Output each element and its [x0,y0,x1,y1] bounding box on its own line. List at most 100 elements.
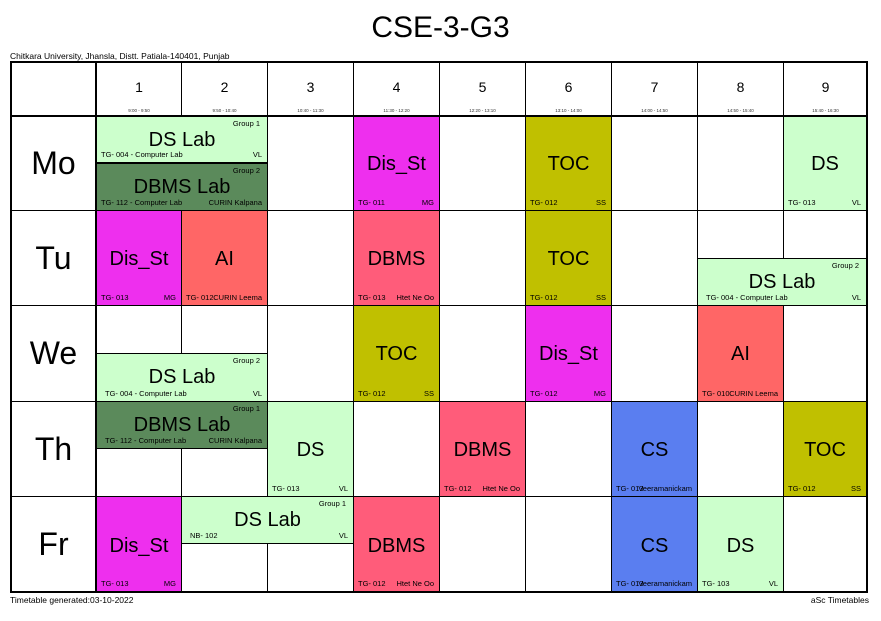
lesson-card[interactable]: DS TG- 013 VL [783,116,867,211]
room-label: TG- 013 [788,198,816,207]
period-time: 11:30 - 12:20 [383,108,410,113]
teacher-label: VL [338,484,348,493]
period-number: 8 [736,79,745,95]
lesson-card[interactable]: Group 1 DBMS Lab TG- 112 - Computer Lab … [96,401,268,449]
teacher-label: Htet Ne Oo [396,579,434,588]
subject-name: DS [296,439,325,461]
lesson-card[interactable]: Dis_St TG- 013 MG [96,210,182,306]
group-label: Group 1 [318,499,346,508]
subject-name: Dis_St [539,343,598,365]
teacher-label: CURIN Kalpana [208,436,262,445]
lesson-card[interactable]: AI TG- 010 CURIN Leema [697,305,784,402]
group-label: Group 2 [831,261,859,270]
room-label: TG- 012 [788,484,816,493]
teacher-label: CURIN Leema [729,389,778,398]
lesson-card[interactable]: DS TG- 013 VL [267,401,354,497]
lesson-card[interactable]: DBMS TG- 012 Htet Ne Oo [439,401,526,497]
lesson-card[interactable]: TOC TG- 012 SS [525,116,612,211]
period-number: 3 [306,79,315,95]
subject-name: DS [811,153,839,175]
day-label-we: We [29,335,78,371]
lesson-card[interactable]: Group 2 DBMS Lab TG- 112 - Computer Lab … [96,163,268,211]
room-label: TG- 012 [358,579,386,588]
room-label: TG- 011 [358,198,385,207]
period-number: 5 [478,79,487,95]
lesson-card[interactable]: Dis_St TG- 012 MG [525,305,612,402]
day-label-th: Th [34,430,73,467]
room-label: TG- 112 - Computer Lab [105,436,187,445]
teacher-label: VL [252,150,262,159]
subject-name: CS [640,535,669,557]
lesson-card[interactable]: Group 1 DS Lab NB- 102 VL [181,496,354,544]
subject-name: DBMS Lab [133,414,231,436]
subject-name: DBMS [367,535,426,557]
lesson-card[interactable]: DBMS TG- 013 Htet Ne Oo [353,210,440,306]
lesson-card[interactable]: TOC TG- 012 SS [525,210,612,306]
teacher-label: VL [851,198,861,207]
group-label: Group 2 [232,356,260,365]
teacher-label: VL [851,293,861,302]
subject-name: Dis_St [109,535,169,557]
teacher-label: MG [593,389,606,398]
subject-name: AI [731,343,750,365]
subject-name: DBMS [367,248,426,270]
period-time: 10:40 - 11:30 [297,108,324,113]
teacher-label: MG [163,293,176,302]
room-label: TG- 012 [444,484,472,493]
teacher-label: SS [423,389,434,398]
period-time: 14:00 - 14:50 [641,108,668,113]
lesson-card[interactable]: Group 2 DS Lab TG- 004 - Computer Lab VL [96,353,268,402]
room-label: TG- 012 [530,198,558,207]
brand-label: aSc Timetables [810,595,869,605]
lesson-card[interactable]: DS TG- 103 VL [697,496,784,592]
period-number: 2 [220,79,229,95]
generated-date: Timetable generated:03-10-2022 [10,595,134,605]
room-label: TG- 012 [530,389,558,398]
lesson-card[interactable]: AI TG- 012 CURIN Leema [181,210,268,306]
lesson-card[interactable]: DBMS TG- 012 Htet Ne Oo [353,496,440,592]
day-label-fr: Fr [38,526,69,562]
teacher-label: VL [252,389,262,398]
period-number: 6 [564,79,573,95]
room-label: TG- 004 - Computer Lab [706,293,788,302]
lesson-card[interactable]: TOC TG- 012 SS [353,305,440,402]
room-label: TG- 112 - Computer Lab [101,198,183,207]
teacher-label: SS [595,293,606,302]
room-label: TG- 013 [272,484,300,493]
subject-name: DBMS [453,439,512,461]
subject-name: DS [726,535,755,557]
lesson-card[interactable]: Group 2 DS Lab TG- 004 - Computer Lab VL [697,258,867,306]
teacher-label: Htet Ne Oo [482,484,520,493]
lesson-card[interactable]: TOC TG- 012 SS [783,401,867,497]
room-label: TG- 012 [358,389,386,398]
teacher-label: Htet Ne Oo [396,293,434,302]
period-number: 7 [650,79,659,95]
subject-name: DS Lab [234,509,301,531]
subject-name: AI [215,248,234,270]
period-header: 3 10:40 - 11:30 [268,62,353,115]
period-header: 6 13:10 - 14:00 [526,62,611,115]
room-label: NB- 102 [190,531,218,540]
subject-name: DS Lab [148,129,216,151]
lesson-card[interactable]: CS TG- 013 Veeramanickam [611,401,698,497]
lesson-card[interactable]: Dis_St TG- 011 MG [353,116,440,211]
group-label: Group 2 [232,166,260,175]
period-header: 5 12:20 - 13:10 [440,62,525,115]
subject-name: TOC [804,439,846,461]
room-label: TG- 010 [702,389,730,398]
lesson-card[interactable]: Dis_St TG- 013 MG [96,496,182,592]
period-time: 15:40 - 16:30 [812,108,839,113]
period-header: 2 9:50 - 10:40 [182,62,267,115]
lesson-card[interactable]: CS TG- 013 Veeramanickam [611,496,698,592]
teacher-label: CURIN Leema [213,293,262,302]
teacher-label: VL [768,579,778,588]
subject-name: DS Lab [148,366,216,388]
period-time: 14:50 - 15:40 [727,108,754,113]
period-time: 9:50 - 10:40 [212,108,237,113]
period-number: 1 [135,79,143,95]
room-label: TG- 004 - Computer Lab [105,389,187,398]
day-label-tu: Tu [35,239,72,276]
teacher-label: SS [850,484,861,493]
period-time: 13:10 - 14:00 [555,108,582,113]
lesson-card[interactable]: Group 1 DS Lab TG- 004 - Computer Lab VL [96,116,268,163]
